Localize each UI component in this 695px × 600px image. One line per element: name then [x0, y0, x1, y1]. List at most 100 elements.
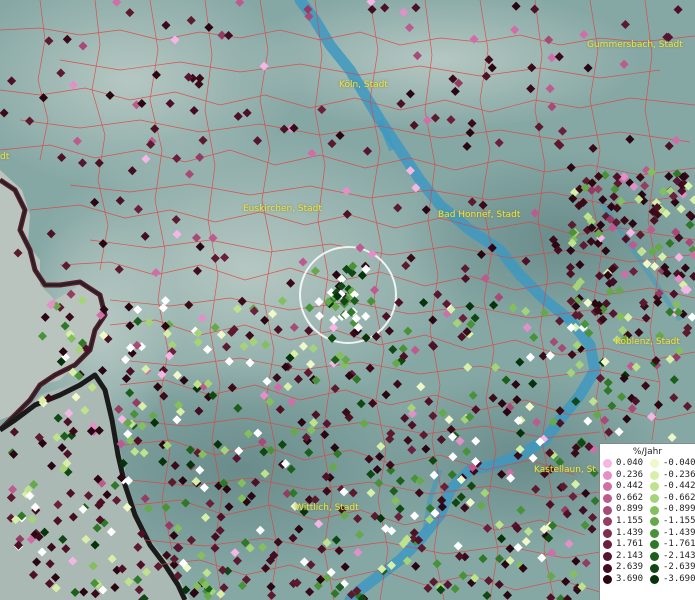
measurement-point[interactable] [257, 437, 267, 447]
measurement-point[interactable] [674, 252, 684, 262]
measurement-point[interactable] [366, 296, 376, 306]
measurement-point[interactable] [90, 589, 100, 599]
measurement-point[interactable] [669, 375, 679, 385]
measurement-point[interactable] [430, 113, 440, 123]
measurement-point[interactable] [314, 519, 324, 529]
measurement-point[interactable] [370, 285, 380, 295]
measurement-point[interactable] [471, 436, 481, 446]
measurement-point[interactable] [545, 84, 555, 94]
measurement-point[interactable] [150, 418, 160, 428]
measurement-point[interactable] [460, 264, 470, 274]
measurement-point[interactable] [588, 396, 598, 407]
measurement-point[interactable] [79, 587, 89, 597]
measurement-point[interactable] [497, 398, 507, 409]
measurement-point[interactable] [588, 512, 598, 523]
measurement-point[interactable] [341, 186, 352, 196]
measurement-point[interactable] [330, 588, 340, 599]
measurement-point[interactable] [407, 420, 417, 430]
measurement-point[interactable] [362, 146, 373, 156]
measurement-point[interactable] [526, 84, 536, 94]
measurement-point[interactable] [81, 534, 91, 544]
measurement-point[interactable] [513, 542, 523, 553]
measurement-point[interactable] [566, 269, 576, 279]
measurement-point[interactable] [283, 382, 293, 392]
measurement-point[interactable] [451, 498, 461, 508]
measurement-point[interactable] [250, 477, 261, 487]
measurement-point[interactable] [235, 0, 245, 7]
measurement-point[interactable] [478, 554, 488, 564]
measurement-point[interactable] [9, 427, 19, 437]
measurement-point[interactable] [494, 554, 505, 564]
measurement-point[interactable] [53, 516, 63, 526]
measurement-point[interactable] [419, 298, 429, 308]
measurement-point[interactable] [68, 80, 78, 90]
measurement-point[interactable] [64, 408, 74, 418]
measurement-point[interactable] [368, 398, 378, 408]
measurement-point[interactable] [568, 491, 578, 502]
measurement-point[interactable] [365, 363, 375, 373]
measurement-point[interactable] [609, 192, 619, 202]
measurement-point[interactable] [462, 447, 472, 457]
measurement-point[interactable] [620, 269, 630, 279]
measurement-point[interactable] [561, 577, 571, 587]
measurement-point[interactable] [68, 512, 78, 522]
measurement-point[interactable] [322, 486, 332, 496]
measurement-point[interactable] [388, 344, 398, 355]
measurement-point[interactable] [394, 297, 404, 308]
measurement-point[interactable] [327, 333, 337, 343]
measurement-point[interactable] [581, 558, 591, 568]
measurement-point[interactable] [689, 195, 695, 205]
measurement-point[interactable] [232, 556, 242, 566]
measurement-point[interactable] [685, 220, 695, 230]
measurement-point[interactable] [195, 465, 205, 475]
measurement-point[interactable] [554, 52, 564, 62]
measurement-point[interactable] [259, 390, 269, 401]
measurement-point[interactable] [239, 341, 249, 351]
measurement-point[interactable] [162, 329, 172, 339]
measurement-point[interactable] [521, 536, 531, 547]
measurement-point[interactable] [139, 448, 149, 458]
measurement-point[interactable] [555, 316, 565, 326]
measurement-point[interactable] [512, 395, 522, 405]
measurement-point[interactable] [158, 457, 168, 467]
measurement-point[interactable] [121, 374, 131, 384]
measurement-point[interactable] [583, 416, 593, 426]
measurement-point[interactable] [529, 332, 539, 342]
measurement-point[interactable] [160, 296, 171, 306]
measurement-point[interactable] [453, 541, 463, 551]
measurement-point[interactable] [114, 404, 124, 414]
measurement-point[interactable] [471, 405, 481, 415]
measurement-point[interactable] [510, 25, 520, 35]
measurement-point[interactable] [227, 383, 237, 393]
measurement-point[interactable] [133, 305, 143, 315]
measurement-point[interactable] [583, 63, 593, 73]
measurement-point[interactable] [308, 343, 318, 353]
measurement-point[interactable] [221, 342, 232, 352]
measurement-point[interactable] [636, 247, 646, 257]
measurement-point[interactable] [7, 76, 17, 86]
measurement-point[interactable] [261, 340, 271, 350]
measurement-point[interactable] [487, 243, 497, 253]
measurement-point[interactable] [376, 441, 386, 451]
measurement-point[interactable] [619, 59, 629, 69]
measurement-point[interactable] [627, 404, 637, 414]
measurement-point[interactable] [355, 243, 365, 253]
measurement-point[interactable] [141, 567, 152, 577]
measurement-point[interactable] [286, 464, 296, 474]
measurement-point[interactable] [237, 296, 247, 306]
measurement-point[interactable] [306, 425, 316, 435]
measurement-point[interactable] [172, 543, 183, 553]
measurement-point[interactable] [184, 300, 194, 310]
measurement-point[interactable] [61, 261, 71, 271]
measurement-point[interactable] [328, 462, 338, 472]
measurement-point[interactable] [598, 195, 608, 205]
measurement-point[interactable] [428, 455, 438, 466]
measurement-point[interactable] [437, 502, 447, 512]
measurement-point[interactable] [410, 345, 420, 355]
measurement-point[interactable] [175, 407, 186, 417]
measurement-point[interactable] [605, 287, 615, 297]
measurement-point[interactable] [57, 152, 67, 163]
measurement-point[interactable] [484, 55, 494, 65]
measurement-point[interactable] [571, 479, 581, 489]
measurement-point[interactable] [304, 303, 315, 313]
